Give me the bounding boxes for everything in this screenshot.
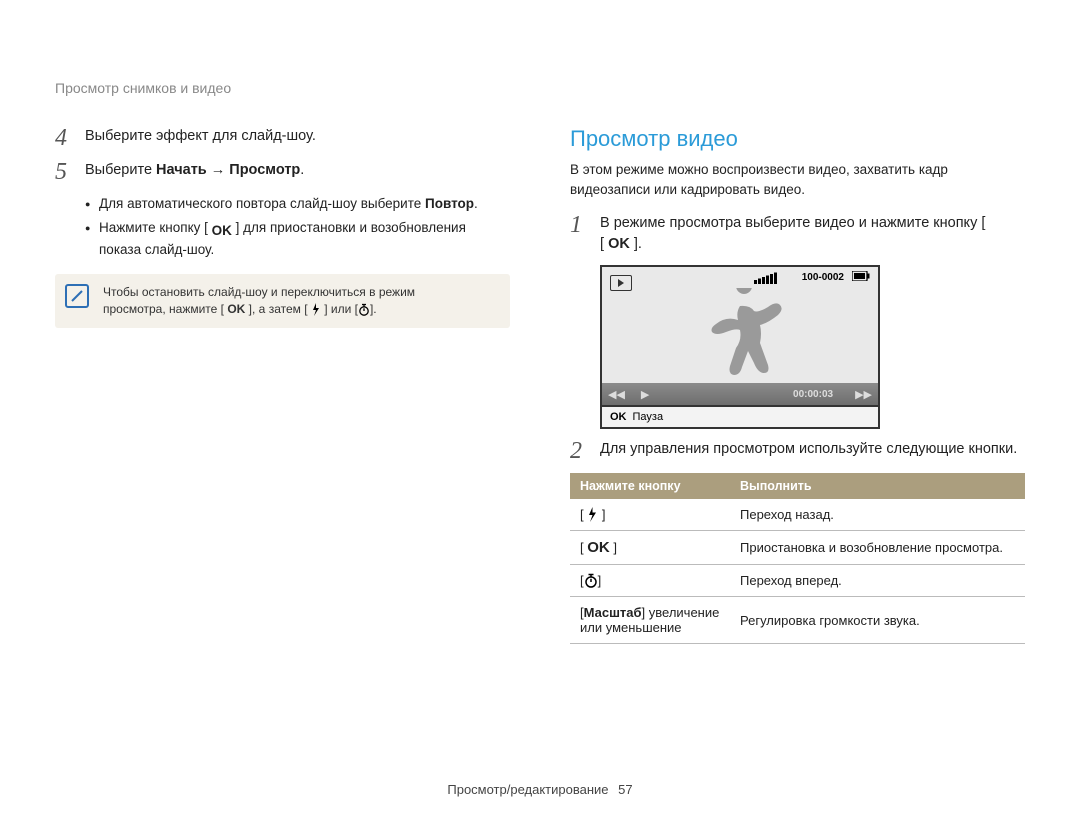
table-header: Нажмите кнопку <box>570 473 730 499</box>
right-column: Просмотр видео В этом режиме можно воспр… <box>570 126 1025 644</box>
bullet1-pre: Для автоматического повтора слайд-шоу вы… <box>99 196 425 211</box>
bullet1-suf: . <box>474 196 478 211</box>
volume-icon <box>754 272 794 284</box>
content-columns: 4 Выберите эффект для слайд-шоу. 5 Выбер… <box>55 126 1025 644</box>
table-row: [Масштаб] увеличение или уменьшение Регу… <box>570 597 1025 644</box>
flash-icon <box>311 303 321 316</box>
step-number: 5 <box>55 160 73 184</box>
step-number: 2 <box>570 439 588 463</box>
note-icon <box>65 284 89 308</box>
bullet1-bold: Повтор <box>425 196 474 211</box>
key-cell: [ ] <box>570 499 730 531</box>
key-cell: [] <box>570 565 730 597</box>
forward-icon: ▶▶ <box>855 388 872 401</box>
page-footer: Просмотр/редактирование 57 <box>0 782 1080 797</box>
step-number: 4 <box>55 126 73 150</box>
step5-suffix: . <box>300 162 304 178</box>
step-text: Для управления просмотром используйте сл… <box>600 439 1025 460</box>
section-intro: В этом режиме можно воспроизвести видео,… <box>570 160 1025 199</box>
step-4: 4 Выберите эффект для слайд-шоу. <box>55 126 510 150</box>
note-l1: Чтобы остановить слайд-шоу и переключить… <box>103 285 415 299</box>
table-header-row: Нажмите кнопку Выполнить <box>570 473 1025 499</box>
step-2: 2 Для управления просмотром используйте … <box>570 439 1025 463</box>
step-text: Выберите Начать → Просмотр. <box>85 160 510 181</box>
action-cell: Регулировка громкости звука. <box>730 597 1025 644</box>
bullet2-pre: Нажмите кнопку [ <box>99 220 212 235</box>
key-cell: [ OK ] <box>570 531 730 565</box>
bullet-item: Для автоматического повтора слайд-шоу вы… <box>85 194 510 214</box>
key-cell: [Масштаб] увеличение или уменьшение <box>570 597 730 644</box>
action-cell: Переход вперед. <box>730 565 1025 597</box>
table-header: Выполнить <box>730 473 1025 499</box>
step5-prefix: Выберите <box>85 162 156 178</box>
table-row: [] Переход вперед. <box>570 565 1025 597</box>
step-5: 5 Выберите Начать → Просмотр. <box>55 160 510 184</box>
video-status-bar: 100-0002 <box>754 271 870 284</box>
breadcrumb: Просмотр снимков и видео <box>55 80 1025 96</box>
ok-icon: OK <box>227 302 245 316</box>
video-counter: 100-0002 <box>802 272 844 283</box>
zoom-bold: Масштаб <box>584 605 642 620</box>
step1-pre: В режиме просмотра выберите видео и нажм… <box>600 215 985 231</box>
step-1: 1 В режиме просмотра выберите видео и на… <box>570 213 1025 255</box>
footer-label: Просмотр/редактирование <box>447 782 608 797</box>
ok-icon: OK <box>587 539 610 556</box>
video-control-bar: ◀◀ ▶ 00:00:03 ▶▶ <box>602 383 878 405</box>
step5-bold: Начать → Просмотр <box>156 162 300 178</box>
diagonal-line-icon <box>71 290 83 302</box>
step-text: В режиме просмотра выберите видео и нажм… <box>600 213 1025 255</box>
table-row: [ ] Переход назад. <box>570 499 1025 531</box>
bullet-item: Нажмите кнопку [ OK ] для приостановки и… <box>85 218 510 260</box>
step-text: Выберите эффект для слайд-шоу. <box>85 126 510 147</box>
video-time: 00:00:03 <box>793 389 833 400</box>
step1-suf: ]. <box>630 236 642 252</box>
ok-icon: OK <box>212 221 232 241</box>
timer-icon <box>584 573 598 588</box>
note-l2b: ], а затем [ <box>245 302 311 316</box>
left-column: 4 Выберите эффект для слайд-шоу. 5 Выбер… <box>55 126 510 644</box>
note-l2c: ] или [ <box>321 302 358 316</box>
note-l2d: ]. <box>370 302 377 316</box>
note: Чтобы остановить слайд-шоу и переключить… <box>55 274 510 329</box>
play-icon: ▶ <box>641 388 649 401</box>
rewind-icon: ◀◀ <box>608 388 625 401</box>
page-number: 57 <box>618 782 632 797</box>
table-row: [ OK ] Приостановка и возобновление прос… <box>570 531 1025 565</box>
step-number: 1 <box>570 213 588 237</box>
video-preview: 100-0002 ◀◀ ▶ 00:00:03 ▶▶ <box>600 265 880 429</box>
pause-label: Пауза <box>633 411 664 423</box>
manual-page: Просмотр снимков и видео 4 Выберите эффе… <box>0 0 1080 815</box>
step5-bullets: Для автоматического повтора слайд-шоу вы… <box>55 194 510 260</box>
battery-icon <box>852 271 870 284</box>
timer-icon <box>358 303 370 316</box>
flash-icon <box>587 507 598 522</box>
play-mode-icon <box>610 275 632 291</box>
action-cell: Приостановка и возобновление просмотра. <box>730 531 1025 565</box>
section-heading: Просмотр видео <box>570 126 1025 152</box>
ok-icon: OK <box>608 236 630 252</box>
video-caption: OK Пауза <box>602 405 878 427</box>
note-text: Чтобы остановить слайд-шоу и переключить… <box>103 284 496 319</box>
action-cell: Переход назад. <box>730 499 1025 531</box>
child-silhouette <box>704 288 794 383</box>
video-canvas: 100-0002 ◀◀ ▶ 00:00:03 ▶▶ <box>602 267 878 405</box>
note-l2a: просмотра, нажмите [ <box>103 302 227 316</box>
controls-table: Нажмите кнопку Выполнить [ ] Переход наз… <box>570 473 1025 644</box>
ok-icon: OK <box>610 411 627 423</box>
